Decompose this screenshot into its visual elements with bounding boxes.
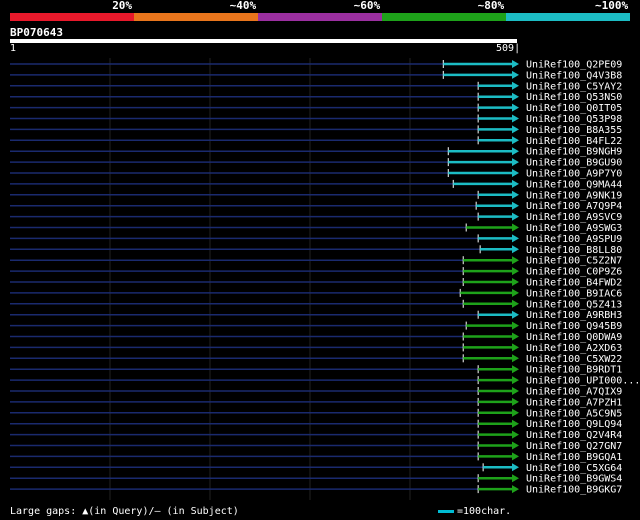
hit-label[interactable]: UniRef100_UPI000...: [526, 376, 640, 387]
hit-label[interactable]: UniRef100_B9GWS4: [526, 474, 622, 485]
hit-arrow-icon: [512, 136, 519, 145]
hit-arrow-icon: [512, 485, 519, 494]
hit-arrow-icon: [512, 441, 519, 450]
hit-label[interactable]: UniRef100_A9SVC9: [526, 212, 622, 223]
hit-arrow-icon: [512, 474, 519, 483]
hit-label[interactable]: UniRef100_B9GKG7: [526, 485, 622, 496]
hit-label[interactable]: UniRef100_C5YAY2: [526, 81, 622, 92]
scale-legend: =100char.: [438, 506, 511, 517]
hit-arrow-icon: [512, 190, 519, 199]
hit-arrow-icon: [512, 179, 519, 188]
hit-arrow-icon: [512, 103, 519, 112]
hit-label[interactable]: UniRef100_B9GU90: [526, 158, 622, 169]
alignment-hits: UniRef100_Q2PE09UniRef100_Q4V3B8UniRef10…: [10, 58, 640, 500]
hit-label[interactable]: UniRef100_A2XD63: [526, 343, 622, 354]
scale-label: =100char.: [457, 506, 512, 517]
hit-label[interactable]: UniRef100_B4FWD2: [526, 278, 622, 289]
hit-label[interactable]: UniRef100_Q945B9: [526, 321, 622, 332]
hit-arrow-icon: [512, 60, 519, 68]
hit-arrow-icon: [512, 212, 519, 221]
hit-label[interactable]: UniRef100_C5Z2N7: [526, 256, 622, 267]
hit-arrow-icon: [512, 114, 519, 123]
hit-arrow-icon: [512, 354, 519, 363]
hit-label[interactable]: UniRef100_Q0DWA9: [526, 332, 622, 343]
hit-label[interactable]: UniRef100_Q53NS0: [526, 92, 622, 103]
hit-arrow-icon: [512, 310, 519, 319]
hit-arrow-icon: [512, 397, 519, 406]
hit-label[interactable]: UniRef100_C0P9Z6: [526, 267, 622, 278]
hit-arrow-icon: [512, 158, 519, 167]
hit-label[interactable]: UniRef100_B4FL22: [526, 136, 622, 147]
hit-label[interactable]: UniRef100_A9NK19: [526, 190, 622, 201]
hit-label[interactable]: UniRef100_C5XW22: [526, 354, 622, 365]
hit-label[interactable]: UniRef100_B9GQA1: [526, 452, 622, 463]
hit-arrow-icon: [512, 299, 519, 308]
hit-arrow-icon: [512, 245, 519, 254]
hit-label[interactable]: UniRef100_Q2V4R4: [526, 430, 622, 441]
hit-arrow-icon: [512, 267, 519, 276]
hit-arrow-icon: [512, 387, 519, 395]
hit-arrow-icon: [512, 419, 519, 428]
hit-arrow-icon: [512, 147, 519, 156]
hit-label[interactable]: UniRef100_B8A355: [526, 125, 622, 136]
hit-arrow-icon: [512, 201, 519, 210]
hit-arrow-icon: [512, 463, 519, 472]
hit-label[interactable]: UniRef100_A9SPU9: [526, 234, 622, 245]
hit-label[interactable]: UniRef100_A7Q9P4: [526, 201, 622, 212]
hit-label[interactable]: UniRef100_A9P7Y0: [526, 169, 622, 180]
hit-label[interactable]: UniRef100_A7PZH1: [526, 397, 622, 408]
hit-arrow-icon: [512, 452, 519, 461]
hit-arrow-icon: [512, 169, 519, 177]
hit-arrow-icon: [512, 332, 519, 341]
hit-label[interactable]: UniRef100_A9SWG3: [526, 223, 622, 234]
hit-arrow-icon: [512, 70, 519, 79]
hit-arrow-icon: [512, 278, 519, 286]
hit-label[interactable]: UniRef100_A7QIX9: [526, 387, 622, 398]
scale-swatch: [438, 510, 454, 513]
hit-label[interactable]: UniRef100_C5XG64: [526, 463, 622, 474]
hit-label[interactable]: UniRef100_Q4V3B8: [526, 70, 622, 81]
hit-label[interactable]: UniRef100_Q53P98: [526, 114, 622, 125]
hit-label[interactable]: UniRef100_Q5Z413: [526, 299, 622, 310]
hit-arrow-icon: [512, 430, 519, 439]
hit-arrow-icon: [512, 256, 519, 265]
hit-arrow-icon: [512, 321, 519, 330]
hit-label[interactable]: UniRef100_Q27GN7: [526, 441, 622, 452]
hit-arrow-icon: [512, 343, 519, 352]
hit-label[interactable]: UniRef100_B9NGH9: [526, 147, 622, 158]
hit-arrow-icon: [512, 288, 519, 297]
hit-arrow-icon: [512, 234, 519, 243]
hit-label[interactable]: UniRef100_A9RBH3: [526, 310, 622, 321]
hit-label[interactable]: UniRef100_B9IAC6: [526, 288, 622, 299]
hit-arrow-icon: [512, 81, 519, 90]
hit-label[interactable]: UniRef100_B8LL80: [526, 245, 622, 256]
hit-label[interactable]: UniRef100_Q2PE09: [526, 60, 622, 71]
hit-arrow-icon: [512, 92, 519, 101]
hit-label[interactable]: UniRef100_Q9LQ94: [526, 419, 622, 430]
hit-label[interactable]: UniRef100_B9RDT1: [526, 365, 622, 376]
hit-arrow-icon: [512, 223, 519, 232]
hit-arrow-icon: [512, 376, 519, 385]
hit-arrow-icon: [512, 408, 519, 417]
hit-label[interactable]: UniRef100_A5C9N5: [526, 408, 622, 419]
hit-arrow-icon: [512, 365, 519, 374]
hit-label[interactable]: UniRef100_Q0IT05: [526, 103, 622, 114]
hit-arrow-icon: [512, 125, 519, 134]
hit-label[interactable]: UniRef100_Q9MA44: [526, 179, 622, 190]
gaps-legend: Large gaps: ▲(in Query)/— (in Subject): [10, 506, 239, 517]
